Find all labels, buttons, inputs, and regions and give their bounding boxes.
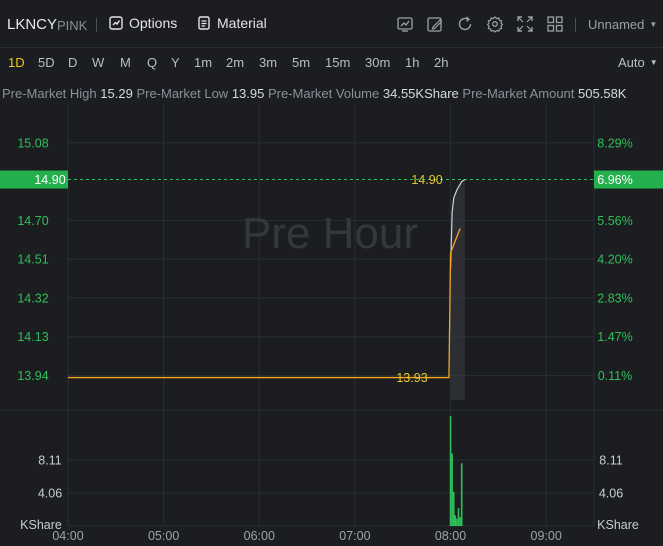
current-change-value: 6.96% [597, 173, 632, 187]
x-tick-label: 06:00 [244, 529, 275, 543]
y-left-tick-label: 14.32 [17, 291, 48, 305]
volume-bar [451, 453, 453, 526]
y-right-tick-label: 5.56% [597, 214, 632, 228]
y-left-tick-label: 13.94 [17, 369, 48, 383]
volume-bar [460, 463, 463, 526]
volume-bar [456, 518, 458, 526]
volume-right-tick-label: 4.06 [599, 486, 623, 500]
y-right-tick-label: 1.47% [597, 330, 632, 344]
y-right-tick-label: 2.83% [597, 291, 632, 305]
y-left-tick-label: 14.70 [17, 214, 48, 228]
x-tick-label: 08:00 [435, 529, 466, 543]
chart-grid [0, 104, 663, 527]
volume-left-tick-label: 8.11 [38, 453, 61, 467]
volume-bar [459, 517, 461, 526]
x-tick-label: 09:00 [531, 529, 562, 543]
chart-axis-labels: 04:00 05:00 06:00 07:00 08:00 09:0015.08 8.29%… [17, 136, 639, 543]
price-chart[interactable]: Pre Hour 14.90 6.96%13.9314.90 04:00 05:00… [0, 0, 663, 546]
y-left-tick-label: 15.08 [17, 136, 48, 150]
volume-bar [452, 491, 455, 526]
volume-bar [454, 515, 457, 526]
x-tick-label: 05:00 [148, 529, 179, 543]
volume-right-tick-label: 8.11 [599, 453, 622, 467]
y-right-tick-label: 0.11% [598, 369, 633, 383]
chart-watermark: Pre Hour [242, 209, 418, 258]
volume-bar [449, 416, 452, 526]
low-price-tag: 13.93 [396, 371, 427, 385]
high-price-tag: 14.90 [411, 173, 442, 187]
x-tick-label: 07:00 [339, 529, 370, 543]
y-right-tick-label: 8.29% [597, 136, 632, 150]
y-left-tick-label: 14.13 [17, 330, 48, 344]
volume-unit-left: KShare [20, 518, 62, 532]
y-right-tick-label: 4.20% [597, 253, 632, 267]
y-left-tick-label: 14.51 [17, 253, 48, 267]
volume-unit-right: KShare [597, 518, 639, 532]
volume-left-tick-label: 4.06 [38, 486, 62, 500]
current-price-value: 14.90 [34, 173, 65, 187]
volume-bar [457, 508, 460, 526]
